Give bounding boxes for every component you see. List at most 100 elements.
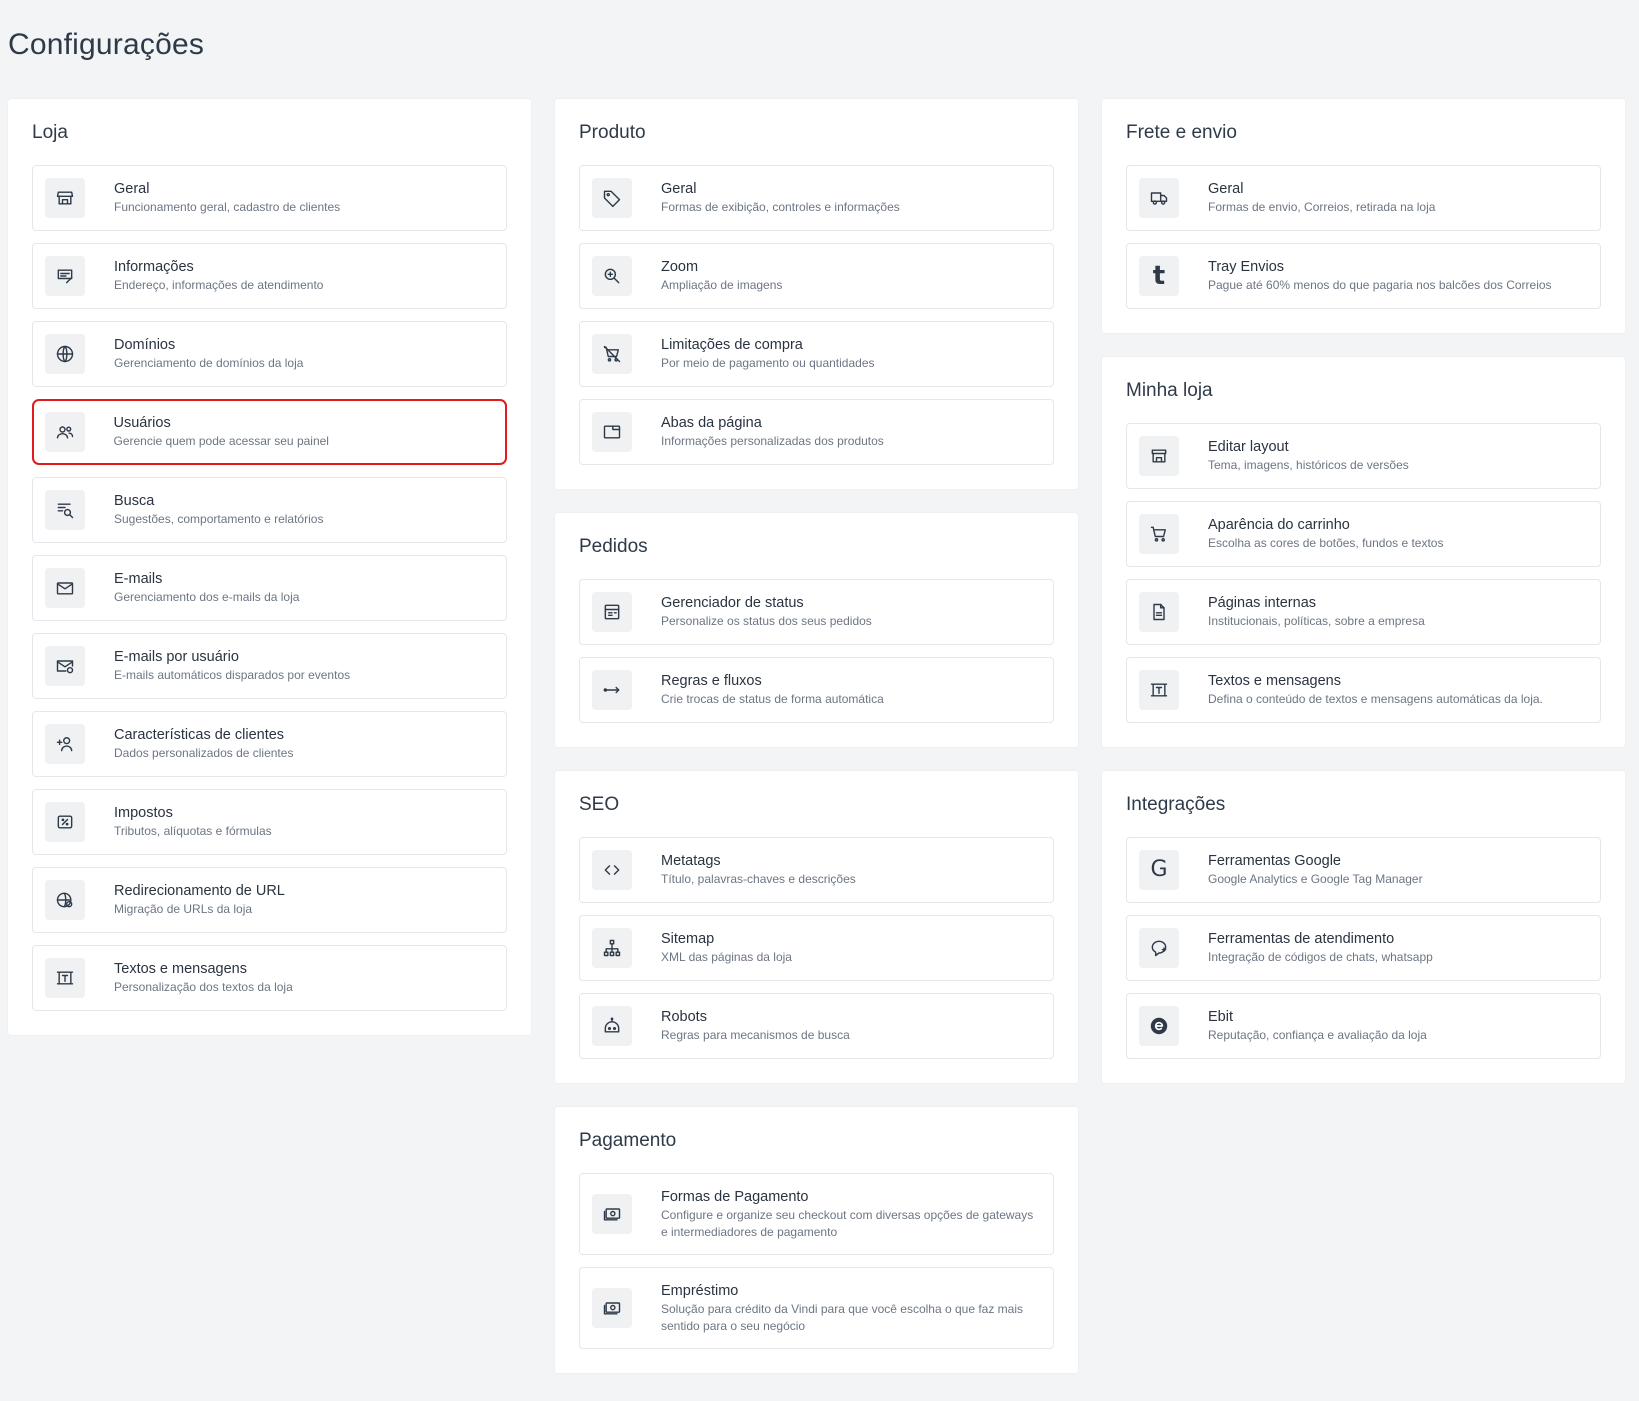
item-description: Gerencie quem pode acessar seu painel <box>113 434 329 448</box>
tab-window-icon <box>592 412 632 452</box>
settings-item-produto-geral[interactable]: Geral Formas de exibição, controles e in… <box>579 165 1054 231</box>
tax-icon <box>45 802 85 842</box>
item-description: Crie trocas de status de forma automátic… <box>661 692 884 706</box>
tag-icon <box>592 178 632 218</box>
flow-arrow-icon <box>592 670 632 710</box>
item-title: Textos e mensagens <box>1208 673 1341 689</box>
status-list-icon <box>592 592 632 632</box>
section-pedidos: Pedidos Gerenciador de status Personaliz… <box>555 513 1078 747</box>
settings-item-loja-geral[interactable]: Geral Funcionamento geral, cadastro de c… <box>32 165 507 231</box>
settings-item-sitemap[interactable]: Sitemap XML das páginas da loja <box>579 915 1054 981</box>
settings-item-informacoes[interactable]: Informações Endereço, informações de ate… <box>32 243 507 309</box>
item-title: Redirecionamento de URL <box>114 883 285 899</box>
item-title: Zoom <box>661 259 699 275</box>
item-title: Empréstimo <box>661 1282 739 1299</box>
settings-item-editar-layout[interactable]: Editar layout Tema, imagens, históricos … <box>1126 423 1601 489</box>
settings-item-gerenciador-status[interactable]: Gerenciador de status Personalize os sta… <box>579 579 1054 645</box>
settings-item-tray-envios[interactable]: t Tray Envios Pague até 60% menos do que… <box>1126 243 1601 309</box>
settings-item-limitacoes-compra[interactable]: Limitações de compra Por meio de pagamen… <box>579 321 1054 387</box>
item-title: Ferramentas Google <box>1208 853 1341 869</box>
section-title-minha-loja: Minha loja <box>1126 380 1213 401</box>
item-title: Formas de Pagamento <box>661 1188 809 1205</box>
email-automation-icon <box>45 646 85 686</box>
item-description: Informações personalizadas dos produtos <box>661 434 884 448</box>
user-add-icon <box>45 724 85 764</box>
tray-logo-icon: t <box>1139 256 1179 296</box>
settings-item-usuarios[interactable]: Usuários Gerencie quem pode acessar seu … <box>32 399 507 465</box>
item-title: Gerenciador de status <box>661 595 804 611</box>
item-description: Formas de envio, Correios, retirada na l… <box>1208 200 1436 214</box>
settings-item-textos-mensagens-minha-loja[interactable]: Textos e mensagens Defina o conteúdo de … <box>1126 657 1601 723</box>
item-description: Gerenciamento de domínios da loja <box>114 356 304 370</box>
item-title: E-mails por usuário <box>114 649 239 665</box>
item-title: Textos e mensagens <box>114 961 247 977</box>
item-description: Endereço, informações de atendimento <box>114 278 324 292</box>
item-title: Tray Envios <box>1208 259 1285 275</box>
item-title: Páginas internas <box>1208 595 1317 611</box>
item-description: Tributos, alíquotas e fórmulas <box>114 824 272 838</box>
settings-item-ebit[interactable]: Ebit Reputação, confiança e avaliação da… <box>1126 993 1601 1059</box>
cart-off-icon <box>592 334 632 374</box>
item-title: Robots <box>661 1009 707 1025</box>
page-title: Configurações <box>8 28 205 61</box>
chat-support-icon <box>1139 928 1179 968</box>
item-title: Ebit <box>1208 1009 1233 1025</box>
item-description: Configure e organize seu checkout com di… <box>661 1207 1034 1239</box>
users-icon <box>44 412 85 452</box>
item-description: Integração de códigos de chats, whatsapp <box>1208 950 1433 964</box>
settings-item-metatags[interactable]: Metatags Título, palavras-chaves e descr… <box>579 837 1054 903</box>
item-title: Ferramentas de atendimento <box>1208 931 1395 947</box>
settings-item-emails-por-usuario[interactable]: E-mails por usuário E-mails automáticos … <box>32 633 507 699</box>
globe-icon <box>45 334 85 374</box>
column-middle: Produto Geral Formas de exibição, contro… <box>555 99 1078 1397</box>
item-title: Editar layout <box>1208 439 1289 455</box>
settings-item-busca[interactable]: Busca Sugestões, comportamento e relatór… <box>32 477 507 543</box>
item-title: Sitemap <box>661 931 715 947</box>
settings-item-emprestimo[interactable]: Empréstimo Solução para crédito da Vindi… <box>579 1267 1054 1349</box>
section-frete-envio: Frete e envio Geral Formas de envio, Cor… <box>1102 99 1625 333</box>
settings-item-emails[interactable]: E-mails Gerenciamento dos e-mails da loj… <box>32 555 507 621</box>
item-description: Google Analytics e Google Tag Manager <box>1208 872 1423 886</box>
item-title: Abas da página <box>661 415 762 431</box>
settings-item-aparencia-carrinho[interactable]: Aparência do carrinho Escolha as cores d… <box>1126 501 1601 567</box>
item-description: Pague até 60% menos do que pagaria nos b… <box>1208 278 1552 292</box>
google-logo-glyph: G <box>1150 857 1168 882</box>
section-minha-loja: Minha loja Editar layout Tema, imagens, … <box>1102 357 1625 747</box>
sitemap-icon <box>592 928 632 968</box>
settings-item-impostos[interactable]: Impostos Tributos, alíquotas e fórmulas <box>32 789 507 855</box>
item-description: Formas de exibição, controles e informaç… <box>661 200 900 214</box>
item-description: Personalize os status dos seus pedidos <box>661 614 872 628</box>
item-description: Tema, imagens, históricos de versões <box>1208 458 1409 472</box>
settings-item-abas-pagina[interactable]: Abas da página Informações personalizada… <box>579 399 1054 465</box>
robot-icon <box>592 1006 632 1046</box>
item-title: Metatags <box>661 853 721 869</box>
section-title-pedidos: Pedidos <box>579 536 648 557</box>
item-title: Aparência do carrinho <box>1208 517 1350 533</box>
settings-item-dominios[interactable]: Domínios Gerenciamento de domínios da lo… <box>32 321 507 387</box>
item-description: Por meio de pagamento ou quantidades <box>661 356 875 370</box>
column-right: Frete e envio Geral Formas de envio, Cor… <box>1102 99 1625 1107</box>
item-title: Regras e fluxos <box>661 673 762 689</box>
code-icon <box>592 850 632 890</box>
text-frame-icon <box>45 958 85 998</box>
settings-item-ferramentas-google[interactable]: G Ferramentas Google Google Analytics e … <box>1126 837 1601 903</box>
settings-item-frete-geral[interactable]: Geral Formas de envio, Correios, retirad… <box>1126 165 1601 231</box>
settings-item-textos-mensagens-loja[interactable]: Textos e mensagens Personalização dos te… <box>32 945 507 1011</box>
item-description: Migração de URLs da loja <box>114 902 253 916</box>
storefront-icon <box>1139 436 1179 476</box>
settings-item-robots[interactable]: Robots Regras para mecanismos de busca <box>579 993 1054 1059</box>
google-icon: G <box>1139 850 1179 890</box>
text-frame-icon <box>1139 670 1179 710</box>
item-description: Institucionais, políticas, sobre a empre… <box>1208 614 1425 628</box>
item-title: E-mails <box>114 571 163 587</box>
settings-item-ferramentas-atendimento[interactable]: Ferramentas de atendimento Integração de… <box>1126 915 1601 981</box>
settings-item-redirecionamento-url[interactable]: Redirecionamento de URL Migração de URLs… <box>32 867 507 933</box>
settings-item-zoom[interactable]: Zoom Ampliação de imagens <box>579 243 1054 309</box>
section-title-integracoes: Integrações <box>1126 794 1226 815</box>
item-title: Usuários <box>113 415 171 431</box>
settings-item-regras-fluxos[interactable]: Regras e fluxos Crie trocas de status de… <box>579 657 1054 723</box>
item-title: Limitações de compra <box>661 337 803 353</box>
settings-item-caracteristicas-clientes[interactable]: Características de clientes Dados person… <box>32 711 507 777</box>
settings-item-formas-pagamento[interactable]: Formas de Pagamento Configure e organize… <box>579 1173 1054 1255</box>
settings-item-paginas-internas[interactable]: Páginas internas Institucionais, polític… <box>1126 579 1601 645</box>
